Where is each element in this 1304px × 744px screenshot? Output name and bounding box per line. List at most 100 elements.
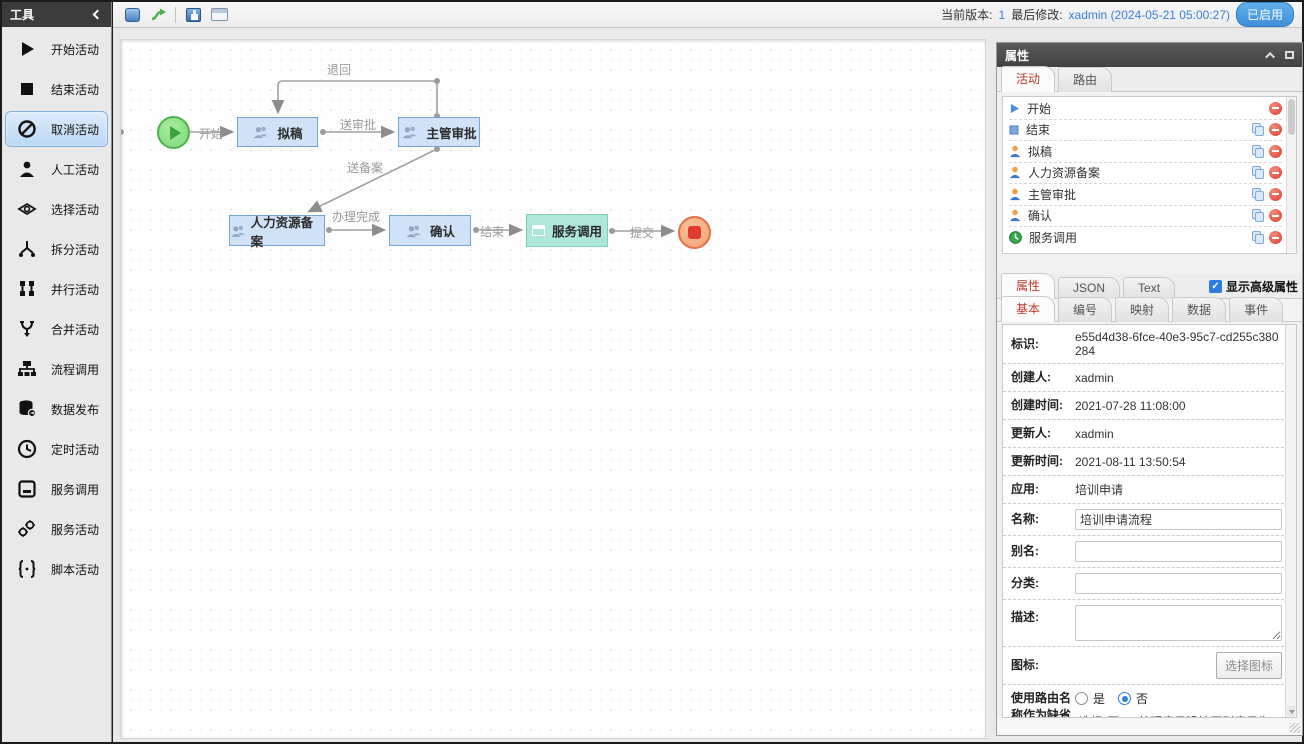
alias-input[interactable]	[1075, 541, 1282, 562]
sidebar-item-merge-activity[interactable]: 合并活动	[5, 311, 108, 347]
list-item[interactable]: 结束	[1009, 120, 1282, 142]
properties-panel-header: 属性	[997, 43, 1302, 67]
edge-label-return[interactable]: 退回	[327, 61, 351, 78]
node-manager-approve[interactable]: 主管审批	[398, 117, 480, 147]
edge-label-end[interactable]: 结束	[480, 223, 504, 240]
sidebar-item-start-activity[interactable]: 开始活动	[5, 31, 108, 67]
tab-json[interactable]: JSON	[1058, 277, 1120, 299]
list-item[interactable]: 主管审批	[1009, 184, 1282, 206]
canvas-new-icon[interactable]	[121, 5, 143, 25]
resize-grip[interactable]	[1290, 723, 1300, 733]
edge-label-to-record[interactable]: 送备案	[347, 159, 383, 176]
node-confirm[interactable]: 确认	[389, 215, 471, 246]
subtab-basic[interactable]: 基本	[1001, 296, 1055, 322]
tool-sidebar: 工具 开始活动 结束活动 取消活动 人工活动	[2, 2, 112, 742]
subtab-mapping[interactable]: 映射	[1115, 297, 1169, 322]
people-icon	[405, 224, 423, 238]
delete-icon[interactable]	[1269, 231, 1282, 244]
subtab-events[interactable]: 事件	[1229, 297, 1283, 322]
delete-icon[interactable]	[1269, 102, 1282, 115]
list-item[interactable]: 服务调用	[1009, 227, 1282, 249]
delete-icon[interactable]	[1269, 145, 1282, 158]
sidebar-item-label: 脚本活动	[51, 561, 99, 578]
copy-icon[interactable]	[1252, 123, 1265, 136]
delete-icon[interactable]	[1269, 166, 1282, 179]
copy-icon[interactable]	[1252, 145, 1265, 158]
end-stop-icon	[688, 226, 701, 239]
maximize-panel-icon[interactable]	[1285, 51, 1294, 59]
flow-canvas[interactable]: 拟稿 主管审批 人力资源备案 确认 服务调用 开始	[120, 39, 986, 739]
sidebar-item-service-call[interactable]: 服务调用	[5, 471, 108, 507]
delete-icon[interactable]	[1269, 209, 1282, 222]
node-service-call[interactable]: 服务调用	[526, 214, 608, 247]
collapse-panel-icon[interactable]	[1265, 51, 1275, 61]
sidebar-item-label: 拆分活动	[51, 241, 99, 258]
choose-icon-button[interactable]: 选择图标	[1216, 652, 1282, 679]
people-icon	[252, 125, 270, 139]
copy-icon[interactable]	[1252, 188, 1265, 201]
collapse-sidebar-icon[interactable]	[93, 10, 103, 20]
properties-panel: 属性 活动 路由 开始 结束	[996, 42, 1303, 736]
tab-routes[interactable]: 路由	[1058, 67, 1112, 92]
sidebar-item-end-activity[interactable]: 结束活动	[5, 71, 108, 107]
sidebar-item-script-activity[interactable]: 脚本活动	[5, 551, 108, 587]
node-hr-record[interactable]: 人力资源备案	[229, 215, 325, 246]
gears-icon	[15, 517, 39, 541]
node-start[interactable]	[157, 116, 190, 149]
sidebar-item-timer-activity[interactable]: 定时活动	[5, 431, 108, 467]
edge-label-to-approve[interactable]: 送审批	[340, 116, 376, 133]
radio-no[interactable]	[1118, 692, 1131, 705]
radio-yes[interactable]	[1075, 692, 1088, 705]
delete-icon[interactable]	[1269, 188, 1282, 201]
sidebar-item-human-activity[interactable]: 人工活动	[5, 151, 108, 187]
subtab-number[interactable]: 编号	[1058, 297, 1112, 322]
category-input[interactable]	[1075, 573, 1282, 594]
copy-icon[interactable]	[1252, 166, 1265, 179]
list-item[interactable]: 确认	[1009, 206, 1282, 228]
tab-text[interactable]: Text	[1123, 277, 1175, 299]
sidebar-item-label: 开始活动	[51, 41, 99, 58]
sidebar-item-cancel-activity[interactable]: 取消活动	[5, 111, 108, 147]
node-label: 确认	[430, 221, 455, 240]
sidebar-item-split-activity[interactable]: 拆分活动	[5, 231, 108, 267]
person-icon	[1009, 188, 1021, 201]
sidebar-header: 工具	[2, 2, 111, 27]
sidebar-item-label: 服务调用	[51, 481, 99, 498]
person-icon	[1009, 145, 1021, 158]
enabled-status-button[interactable]: 已启用	[1236, 2, 1294, 27]
sidebar-item-subflow-call[interactable]: 流程调用	[5, 351, 108, 387]
version-value: 1	[999, 8, 1006, 22]
field-default-opinion: 使用路由名称作为缺省意见: 是 否 (选择“否”： 处理意见没填写则意见为空)	[1003, 685, 1284, 718]
list-item[interactable]: 拟稿	[1009, 141, 1282, 163]
copy-icon[interactable]	[1252, 231, 1265, 244]
edge-label-done[interactable]: 办理完成	[332, 208, 380, 225]
split-icon	[15, 237, 39, 261]
name-input[interactable]	[1075, 509, 1282, 530]
version-info: 当前版本: 1 最后修改: xadmin (2024-05-21 05:00:2…	[941, 2, 1294, 27]
sidebar-item-choice-activity[interactable]: 选择活动	[5, 191, 108, 227]
field-application: 应用: 培训申请	[1003, 476, 1284, 504]
edge-label-start[interactable]: 开始	[199, 125, 223, 142]
sidebar-item-service-activity[interactable]: 服务活动	[5, 511, 108, 547]
tab-activities[interactable]: 活动	[1001, 66, 1055, 92]
list-item[interactable]: 人力资源备案	[1009, 163, 1282, 185]
sidebar-item-data-publish[interactable]: 数据发布	[5, 391, 108, 427]
activity-list-scrollbar[interactable]	[1286, 97, 1296, 253]
sidebar-item-parallel-activity[interactable]: 并行活动	[5, 271, 108, 307]
node-draft[interactable]: 拟稿	[237, 117, 318, 147]
deploy-branch-icon[interactable]	[147, 5, 169, 25]
description-textarea[interactable]	[1075, 605, 1282, 641]
save-icon[interactable]	[182, 5, 204, 25]
scroll-down-arrow[interactable]	[1287, 706, 1295, 716]
form-scrollbar[interactable]	[1285, 325, 1296, 717]
list-item[interactable]: 开始	[1009, 98, 1282, 120]
copy-icon[interactable]	[1252, 209, 1265, 222]
field-id: 标识: e55d4d38-6fce-40e3-95c7-cd255c380284	[1003, 325, 1284, 364]
delete-icon[interactable]	[1269, 123, 1282, 136]
node-end[interactable]	[678, 216, 711, 249]
edge-label-submit[interactable]: 提交	[630, 224, 654, 241]
field-alias: 别名:	[1003, 536, 1284, 568]
subtab-data[interactable]: 数据	[1172, 297, 1226, 322]
advanced-properties-checkbox[interactable]	[1209, 280, 1222, 293]
form-panel-icon[interactable]	[208, 5, 230, 25]
